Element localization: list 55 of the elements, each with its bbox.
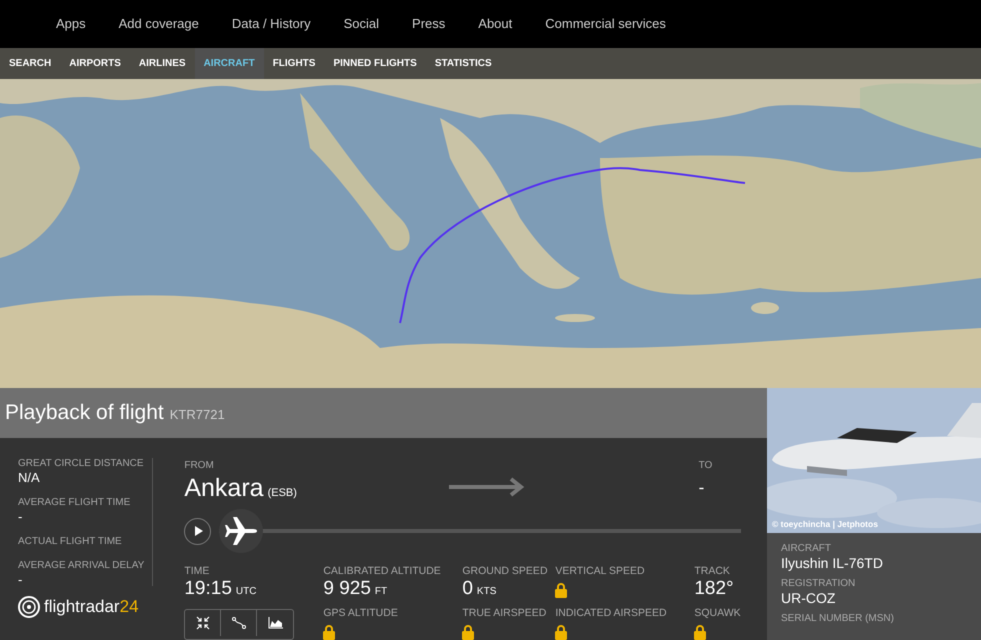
radar-logo-icon [18, 596, 40, 618]
nav-link[interactable]: Add coverage [118, 14, 199, 34]
stat-label: TRUE AIRSPEED [462, 607, 548, 620]
stat-value: 182° [694, 578, 735, 600]
lock-icon [323, 624, 336, 640]
nav-link[interactable]: About [478, 14, 512, 34]
stat-label: GROUND SPEED [462, 565, 549, 578]
stat-label: TIME [184, 565, 210, 578]
lock-icon [462, 624, 474, 640]
nav-link[interactable]: Social [344, 14, 380, 34]
nav-link[interactable]: Data / History [232, 14, 311, 34]
aircraft-label: AIRCRAFT [781, 543, 832, 555]
stat-label: TRACK [694, 565, 731, 578]
aircraft-label: SERIAL NUMBER (MSN) [781, 613, 895, 625]
nav-link[interactable]: Apps [56, 14, 86, 34]
stat-value: 9 925 FT [323, 578, 388, 601]
stat-label: VERTICAL SPEED [555, 565, 646, 578]
route-icon [232, 617, 246, 629]
aircraft-value: Ilyushin IL-76TD [781, 555, 884, 572]
logo-text: flightradar24 [44, 596, 139, 618]
summary-value: - [18, 572, 24, 587]
airplane-icon [225, 517, 258, 545]
lock-icon [555, 624, 568, 640]
play-icon [192, 526, 203, 536]
summary-label: AVERAGE FLIGHT TIME [18, 497, 132, 509]
origin-city: Ankara [184, 473, 264, 503]
playback-thumb[interactable] [219, 509, 264, 553]
playback-title: Playback of flight [5, 400, 164, 426]
lock-icon [694, 624, 706, 640]
stat-value: 19:15 UTC [184, 578, 258, 601]
from-label: FROM [184, 459, 215, 473]
stat-label: INDICATED AIRSPEED [555, 607, 668, 620]
photo-credit: © toeychincha | Jetphotos [772, 518, 878, 531]
aircraft-label: REGISTRATION [781, 578, 856, 590]
summary-value: N/A [18, 470, 41, 485]
play-button[interactable] [184, 518, 212, 544]
stat-label: GPS ALTITUDE [323, 607, 399, 620]
lock-icon [555, 582, 568, 598]
stat-label: CALIBRATED ALTITUDE [323, 565, 442, 578]
destination-city: - [698, 477, 706, 499]
flight-number: KTR7721 [170, 406, 225, 424]
origin-code: (ESB) [268, 486, 297, 501]
nav-link[interactable]: Press [412, 14, 446, 34]
summary-label: GREAT CIRCLE DISTANCE [18, 458, 144, 470]
nav-link[interactable]: Commercial services [545, 14, 666, 34]
summary-label: AVERAGE ARRIVAL DELAY [18, 560, 144, 572]
aircraft-value: UR-COZ [781, 590, 836, 607]
area-chart-icon [268, 617, 283, 629]
stat-value: 0 KTS [462, 578, 498, 601]
to-label: TO [698, 459, 714, 473]
stat-label: SQUAWK [694, 607, 741, 620]
playback-slider[interactable] [219, 509, 741, 553]
summary-value: - [18, 509, 24, 524]
summary-label: ACTUAL FLIGHT TIME [18, 536, 123, 548]
collapse-icon [196, 616, 210, 630]
